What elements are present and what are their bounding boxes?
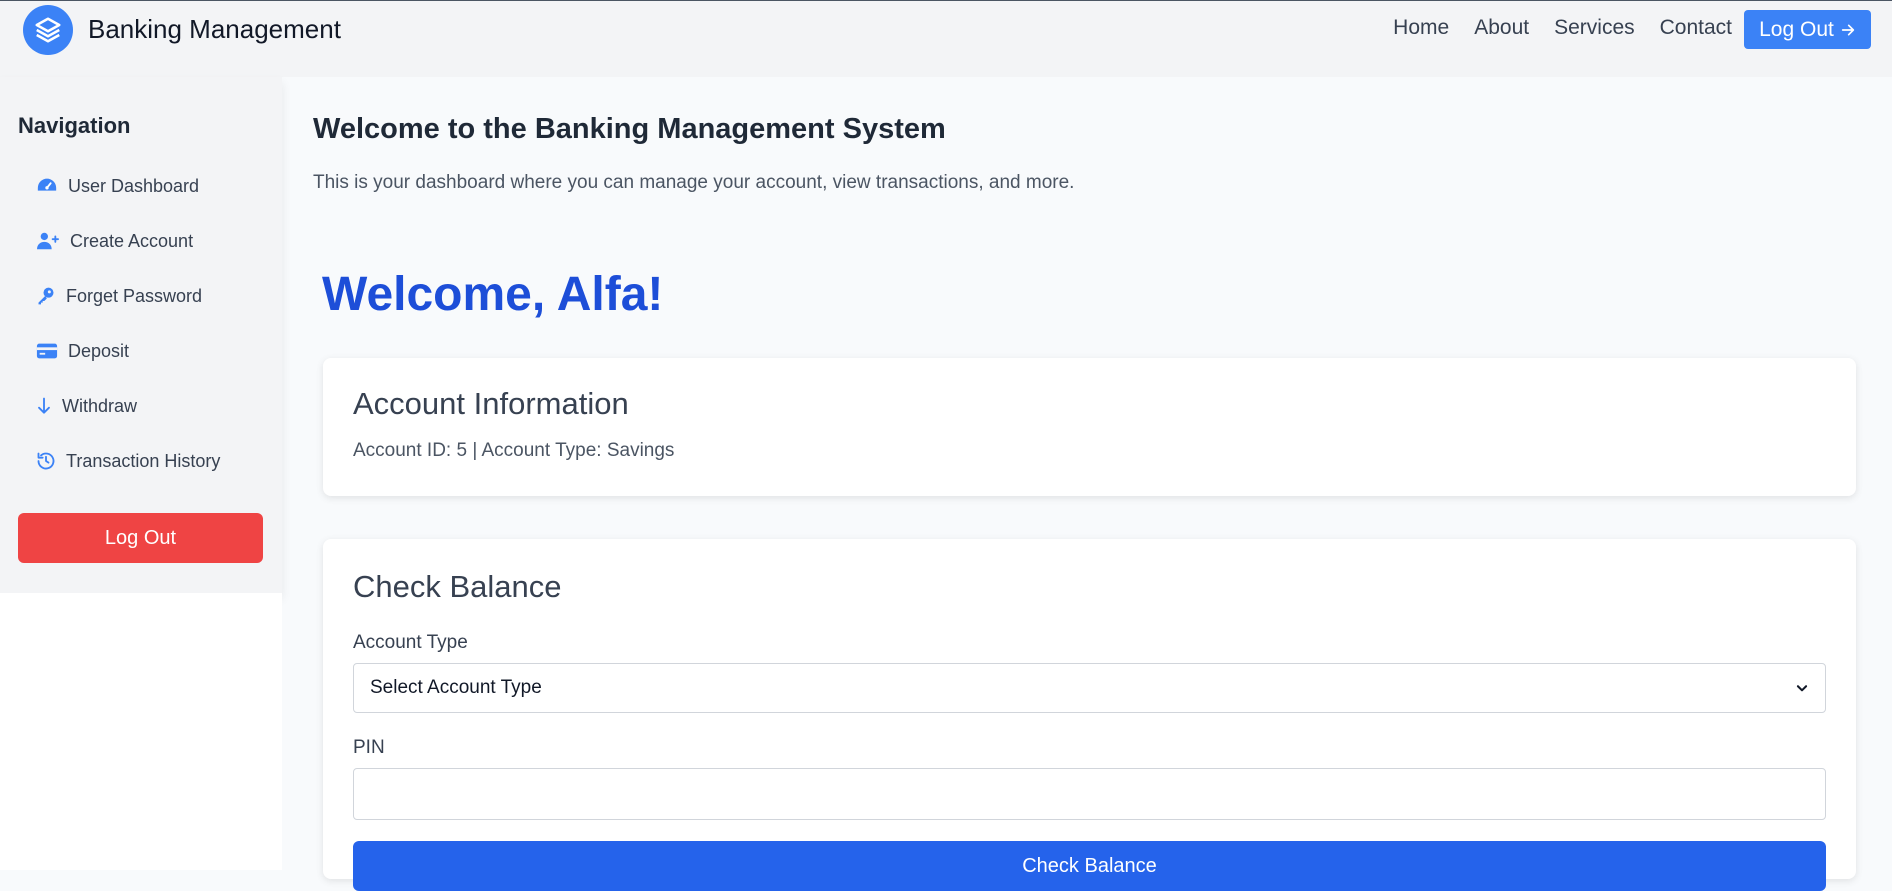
top-navbar: Banking Management Home About Services C…	[0, 0, 1892, 77]
sidebar-item-label: Create Account	[70, 230, 194, 251]
nav-contact-link[interactable]: Contact	[1660, 16, 1732, 40]
sidebar-item-label: Forget Password	[66, 285, 203, 306]
sidebar-background	[0, 593, 282, 870]
sidebar-item-withdraw[interactable]: Withdraw	[36, 391, 137, 421]
nav-about-link[interactable]: About	[1474, 16, 1529, 40]
sidebar-item-label: Deposit	[68, 340, 130, 361]
sidebar-title: Navigation	[18, 113, 131, 138]
check-balance-card: Check Balance Account Type Select Accoun…	[323, 539, 1856, 891]
arrow-right-icon	[1841, 24, 1855, 35]
sidebar-item-deposit[interactable]: Deposit	[36, 336, 129, 366]
account-type-value: Select Account Type	[370, 677, 542, 698]
gauge-icon	[37, 178, 57, 191]
page-title: Welcome to the Banking Management System	[313, 113, 946, 145]
account-information-card: Account Information Account ID: 5 | Acco…	[323, 358, 1856, 496]
credit-card-icon	[36, 343, 58, 359]
chevron-down-icon	[1796, 685, 1808, 692]
history-icon	[37, 452, 55, 470]
pin-input[interactable]	[353, 768, 1826, 820]
sidebar-item-label: Transaction History	[66, 450, 221, 471]
sidebar-logout-button[interactable]: Log Out	[18, 513, 263, 563]
key-icon	[38, 287, 54, 305]
check-balance-button[interactable]: Check Balance	[353, 841, 1826, 891]
header-logout-button[interactable]: Log Out	[1744, 10, 1871, 49]
nav-home-link[interactable]: Home	[1393, 16, 1449, 40]
sidebar-item-user-dashboard[interactable]: User Dashboard	[36, 171, 199, 201]
sidebar-item-create-account[interactable]: Create Account	[36, 226, 193, 256]
arrow-down-icon	[38, 397, 50, 414]
pin-label: PIN	[353, 737, 385, 758]
header-logout-label: Log Out	[1759, 17, 1834, 41]
sidebar-item-label: Withdraw	[62, 395, 138, 416]
account-type-select[interactable]: Select Account Type	[353, 663, 1826, 713]
account-type-label: Account Type	[353, 632, 468, 653]
nav-services-link[interactable]: Services	[1554, 16, 1635, 40]
check-balance-heading: Check Balance	[353, 569, 562, 604]
sidebar-item-forget-password[interactable]: Forget Password	[36, 281, 202, 311]
top-nav-links: Home About Services Contact	[1393, 16, 1732, 40]
account-information-heading: Account Information	[353, 386, 629, 421]
sidebar: Navigation User Dashboard Create Account…	[0, 77, 282, 593]
sidebar-item-label: User Dashboard	[68, 175, 200, 196]
layers-icon[interactable]	[23, 5, 73, 55]
sidebar-item-transaction-history[interactable]: Transaction History	[36, 446, 220, 476]
welcome-heading: Welcome, Alfa!	[322, 268, 664, 321]
page-subtitle: This is your dashboard where you can man…	[313, 172, 1075, 193]
brand-name[interactable]: Banking Management	[88, 14, 341, 45]
account-details: Account ID: 5 | Account Type: Savings	[353, 440, 675, 461]
user-plus-icon	[37, 232, 59, 250]
